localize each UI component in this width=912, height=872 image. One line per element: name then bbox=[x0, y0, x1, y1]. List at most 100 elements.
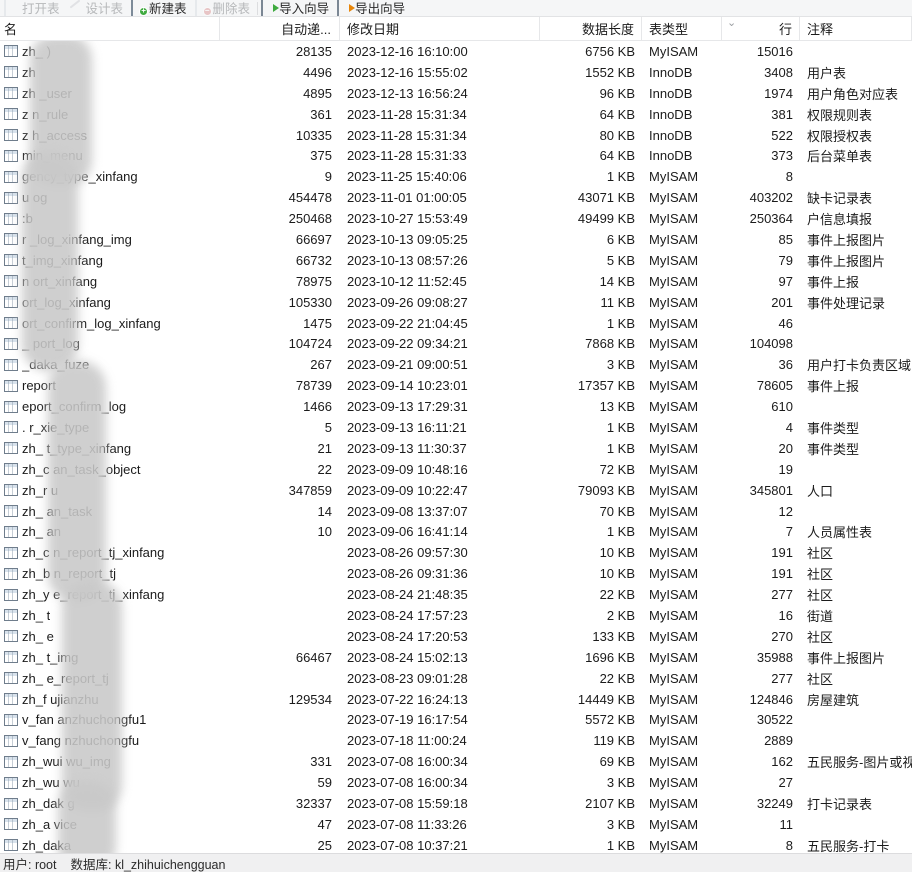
rows-count-cell: 191 bbox=[771, 566, 793, 582]
table-name-cell[interactable]: zh_ t bbox=[0, 608, 220, 623]
delete-table-button[interactable]: − 删除表 bbox=[193, 0, 257, 16]
table-row[interactable]: zh_ t_img 66467 2023-08-24 15:02:13 1696 KB… bbox=[0, 647, 912, 668]
table-row[interactable]: min_menu 375 2023-11-28 15:31:33 64 KB InnoD… bbox=[0, 145, 912, 166]
table-name-cell[interactable]: v_fang nzhuchongfu bbox=[0, 733, 220, 748]
table-type-cell: MyISAM bbox=[649, 190, 699, 206]
table-name-cell[interactable]: zh_wui wu_img bbox=[0, 754, 220, 769]
table-name-cell[interactable]: zh_ t_type_xinfang bbox=[0, 441, 220, 456]
table-row[interactable]: zh_ t_type_xinfang 21 2023-09-13 11:30:37 1… bbox=[0, 438, 912, 459]
table-row[interactable]: zh_ an_task 14 2023-09-08 13:37:07 70 KB MyI… bbox=[0, 501, 912, 522]
table-name-cell[interactable]: z n_rule bbox=[0, 107, 220, 122]
table-name-cell[interactable]: zh_b n_report_tj bbox=[0, 566, 220, 581]
design-table-button[interactable]: 设计表 bbox=[66, 0, 130, 16]
table-row[interactable]: zh_ ) 28135 2023-12-16 16:10:00 6756 KB MyIS… bbox=[0, 41, 912, 62]
table-row[interactable]: zh_wui wu_img 331 2023-07-08 16:00:34 69 KB… bbox=[0, 751, 912, 772]
table-row[interactable]: zh_ e 2023-08-24 17:20:53 133 KB MyISAM 270 社… bbox=[0, 626, 912, 647]
table-row[interactable]: zh_wu wu 59 2023-07-08 16:00:34 3 KB MyISAM 2… bbox=[0, 772, 912, 793]
table-row[interactable]: r _log_xinfang_img 66697 2023-10-13 09:05:… bbox=[0, 229, 912, 250]
table-row[interactable]: _ port_log 104724 2023-09-22 09:34:21 7868 … bbox=[0, 333, 912, 354]
column-header-table-type[interactable]: 表类型 bbox=[642, 17, 722, 40]
table-row[interactable]: gency_type_xinfang 9 2023-11-25 15:40:06 1 … bbox=[0, 166, 912, 187]
table-name-cell[interactable]: n ort_xinfang bbox=[0, 274, 220, 289]
table-row[interactable]: zh_r u 347859 2023-09-09 10:22:47 79093 KB M… bbox=[0, 480, 912, 501]
table-name-cell[interactable]: :b bbox=[0, 211, 220, 226]
table-name-cell[interactable]: _ port_log bbox=[0, 336, 220, 351]
table-row[interactable]: ort_confirm_log_xinfang 1475 2023-09-22 21… bbox=[0, 313, 912, 334]
auto-increment-cell: 250468 bbox=[288, 211, 332, 227]
new-table-button[interactable]: + 新建表 bbox=[129, 0, 193, 16]
table-type-cell: MyISAM bbox=[649, 754, 699, 770]
table-name-cell[interactable]: gency_type_xinfang bbox=[0, 169, 220, 184]
table-row[interactable]: zh_c n_report_tj_xinfang 2023-08-26 09:57… bbox=[0, 542, 912, 563]
table-row[interactable]: zh_f ujianzhu 129534 2023-07-22 16:24:13 14… bbox=[0, 689, 912, 710]
table-name-cell[interactable]: . r_xie_type bbox=[0, 420, 220, 435]
table-name-cell[interactable]: eport_confirm_log bbox=[0, 399, 220, 414]
open-table-button[interactable]: 打开表 bbox=[2, 0, 66, 16]
table-name-cell[interactable]: zh_ an_task bbox=[0, 504, 220, 519]
table-row[interactable]: zh _user 4895 2023-12-13 16:56:24 96 KB Inno… bbox=[0, 83, 912, 104]
table-name-cell[interactable]: zh_ an bbox=[0, 524, 220, 539]
table-row[interactable]: zh_b n_report_tj 2023-08-26 09:31:36 10 KB… bbox=[0, 563, 912, 584]
table-name-cell[interactable]: report bbox=[0, 378, 220, 393]
table-name-cell[interactable]: _daka_fuze bbox=[0, 357, 220, 372]
table-name-cell[interactable]: zh bbox=[0, 65, 220, 80]
table-name-cell[interactable]: z h_access bbox=[0, 128, 220, 143]
table-row[interactable]: zh_ e_report_tj 2023-08-23 09:01:28 22 KB M… bbox=[0, 668, 912, 689]
table-row[interactable]: zh_c an_task_object 22 2023-09-09 10:48:16… bbox=[0, 459, 912, 480]
table-row[interactable]: zh_ an 10 2023-09-06 16:41:14 1 KB MyISAM 7 人员… bbox=[0, 521, 912, 542]
table-name-cell[interactable]: zh_ ) bbox=[0, 44, 220, 59]
table-name-cell[interactable]: ort_log_xinfang bbox=[0, 295, 220, 310]
table-list-grid[interactable]: zh_ ) 28135 2023-12-16 16:10:00 6756 KB MyIS… bbox=[0, 41, 912, 853]
table-row[interactable]: eport_confirm_log 1466 2023-09-13 17:29:31… bbox=[0, 396, 912, 417]
column-header-auto-increment[interactable]: 自动递... bbox=[220, 17, 340, 40]
table-row[interactable]: zh_a vice 47 2023-07-08 11:33:26 3 KB MyISAM… bbox=[0, 814, 912, 835]
table-row[interactable]: u og 454478 2023-11-01 01:00:05 43071 KB MyI… bbox=[0, 187, 912, 208]
table-name-cell[interactable]: zh_c an_task_object bbox=[0, 462, 220, 477]
table-row[interactable]: z n_rule 361 2023-11-28 15:31:34 64 KB InnoD… bbox=[0, 104, 912, 125]
table-row[interactable]: report 78739 2023-09-14 10:23:01 17357 KB My… bbox=[0, 375, 912, 396]
auto-increment-cell: 66467 bbox=[295, 649, 332, 665]
table-row[interactable]: v_fang nzhuchongfu 2023-07-18 11:00:24 119… bbox=[0, 730, 912, 751]
table-row[interactable]: n ort_xinfang 78975 2023-10-12 11:52:45 14 … bbox=[0, 271, 912, 292]
column-header-name[interactable]: 名 bbox=[0, 17, 220, 40]
table-name-cell[interactable]: r _log_xinfang_img bbox=[0, 232, 220, 247]
table-row[interactable]: z h_access 10335 2023-11-28 15:31:34 80 KB I… bbox=[0, 125, 912, 146]
table-row[interactable]: zh 4496 2023-12-16 15:55:02 1552 KB InnoDB 34… bbox=[0, 62, 912, 83]
table-name-cell[interactable]: min_menu bbox=[0, 148, 220, 163]
column-header-modify-date[interactable]: 修改日期 bbox=[340, 17, 540, 40]
table-icon bbox=[4, 212, 18, 225]
table-name-cell[interactable]: zh_daka bbox=[0, 838, 220, 853]
export-wizard-button[interactable]: 导出向导 bbox=[335, 0, 411, 16]
table-name-cell[interactable]: zh_ t_img bbox=[0, 650, 220, 665]
table-name-cell[interactable]: zh_c n_report_tj_xinfang bbox=[0, 545, 220, 560]
table-row[interactable]: _daka_fuze 267 2023-09-21 09:00:51 3 KB MyIS… bbox=[0, 354, 912, 375]
table-row[interactable]: v_fan anzhuchongfu1 2023-07-19 16:17:54 55… bbox=[0, 710, 912, 731]
table-name-cell[interactable]: zh_wu wu bbox=[0, 775, 220, 790]
table-row[interactable]: zh_dak g 32337 2023-07-08 15:59:18 2107 KB M… bbox=[0, 793, 912, 814]
column-header-comment[interactable]: 注释 bbox=[800, 17, 912, 40]
table-name-cell[interactable]: zh_a vice bbox=[0, 817, 220, 832]
table-name-cell[interactable]: t_img_xinfang bbox=[0, 253, 220, 268]
table-row[interactable]: zh_ t 2023-08-24 17:57:23 2 KB MyISAM 16 街道 bbox=[0, 605, 912, 626]
table-name-cell[interactable]: zh_ e bbox=[0, 629, 220, 644]
table-name-cell[interactable]: ort_confirm_log_xinfang bbox=[0, 316, 220, 331]
table-row[interactable]: t_img_xinfang 66732 2023-10-13 08:57:26 5 K… bbox=[0, 250, 912, 271]
column-header-data-length[interactable]: 数据长度 bbox=[540, 17, 642, 40]
table-name-cell[interactable]: v_fan anzhuchongfu1 bbox=[0, 712, 220, 727]
table-name-cell[interactable]: zh_ e_report_tj bbox=[0, 671, 220, 686]
table-name-cell[interactable]: zh_r u bbox=[0, 483, 220, 498]
table-name-cell[interactable]: zh_f ujianzhu bbox=[0, 692, 220, 707]
table-name-cell[interactable]: zh_dak g bbox=[0, 796, 220, 811]
data-length-cell: 1552 KB bbox=[585, 64, 635, 80]
table-name-cell[interactable]: zh _user bbox=[0, 86, 220, 101]
table-row[interactable]: zh_y e_report_tj_xinfang 2023-08-24 21:48… bbox=[0, 584, 912, 605]
table-row[interactable]: :b 250468 2023-10-27 15:53:49 49499 KB MyISA… bbox=[0, 208, 912, 229]
import-wizard-button[interactable]: 导入向导 bbox=[259, 0, 335, 16]
table-row[interactable]: zh_daka 25 2023-07-08 10:37:21 1 KB MyISAM 8 五… bbox=[0, 835, 912, 853]
table-row[interactable]: . r_xie_type 5 2023-09-13 16:11:21 1 KB MyIS… bbox=[0, 417, 912, 438]
table-name-cell[interactable]: u og bbox=[0, 190, 220, 205]
table-icon bbox=[4, 839, 18, 852]
table-row[interactable]: ort_log_xinfang 105330 2023-09-26 09:08:27… bbox=[0, 292, 912, 313]
table-name-cell[interactable]: zh_y e_report_tj_xinfang bbox=[0, 587, 220, 602]
auto-increment-cell: 5 bbox=[324, 419, 332, 435]
